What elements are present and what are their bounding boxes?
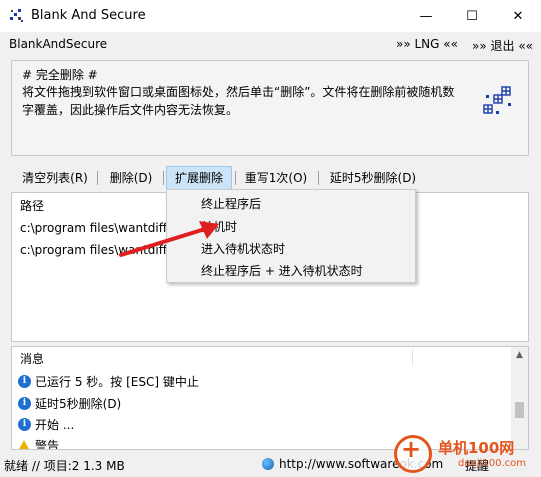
message-text: 开始 ... [35,418,75,432]
close-button[interactable]: ✕ [495,0,541,32]
app-logo-icon [483,86,511,114]
language-menu[interactable]: »» LNG «« [396,37,458,51]
app-icon [10,9,23,22]
list-item: i 已运行 5 秒。按 [ESC] 键中止 [18,373,199,390]
toolbar-divider [318,171,319,185]
globe-icon [262,458,274,470]
info-icon: i [18,375,31,388]
message-text: 已运行 5 秒。按 [ESC] 键中止 [35,375,199,389]
title-bar: Blank And Secure — ☐ ✕ [0,0,541,32]
window-title: Blank And Secure [31,8,146,23]
info-icon: i [18,397,31,410]
list-item: i 开始 ... [18,416,74,433]
message-column-header: 消息 [20,352,45,366]
column-divider [412,349,413,365]
warning-icon [18,440,30,449]
toolbar-divider [235,171,236,185]
clear-list-button[interactable]: 清空列表(R) [15,166,95,190]
minimize-button[interactable]: — [403,0,449,32]
info-icon: i [18,418,31,431]
maximize-button[interactable]: ☐ [449,0,495,32]
scroll-up-icon[interactable]: ▲ [511,347,528,364]
overwrite-button[interactable]: 重写1次(O) [238,166,314,190]
status-text: 就绪 // 项目:2 1.3 MB [4,459,125,473]
watermark-plus-icon: + [401,435,422,463]
app-name-label: BlankAndSecure [9,37,108,51]
watermark-title: 单机100网 [438,439,515,457]
info-box: # 完全删除 # 将文件拖拽到软件窗口或桌面图标处，然后单击“删除”。文件将在删… [11,60,529,156]
exit-menu[interactable]: »» 退出 «« [472,37,533,54]
list-item: 警告 [18,437,60,450]
menu-item-after-exit[interactable]: 终止程序后 [201,195,261,212]
info-description: 将文件拖拽到软件窗口或桌面图标处，然后单击“删除”。文件将在删除前被随机数字覆盖… [22,85,455,117]
delete-button[interactable]: 删除(D) [101,166,161,190]
scroll-thumb[interactable] [515,402,524,418]
watermark-logo: + 单机100网 danji100.com [392,433,541,477]
extended-delete-button[interactable]: 扩展删除 [166,166,232,190]
path-column-header[interactable]: 路径 [20,197,44,214]
info-title: # 完全删除 # [22,68,98,82]
watermark-url: danji100.com [458,458,526,469]
message-text: 警告 [35,439,60,450]
annotation-arrow-icon [119,221,219,257]
delay-delete-button[interactable]: 延时5秒删除(D) [323,166,423,190]
toolbar-divider [163,171,164,185]
menu-item-exit-and-standby[interactable]: 终止程序后 + 进入待机状态时 [201,262,363,279]
list-item: i 延时5秒删除(D) [18,395,121,412]
toolbar-divider [97,171,98,185]
toolbar: 清空列表(R) 删除(D) 扩展删除 重写1次(O) 延时5秒删除(D) [11,166,529,190]
menu-bar: BlankAndSecure »» LNG «« »» 退出 «« [0,32,541,56]
message-text: 延时5秒删除(D) [35,397,122,411]
